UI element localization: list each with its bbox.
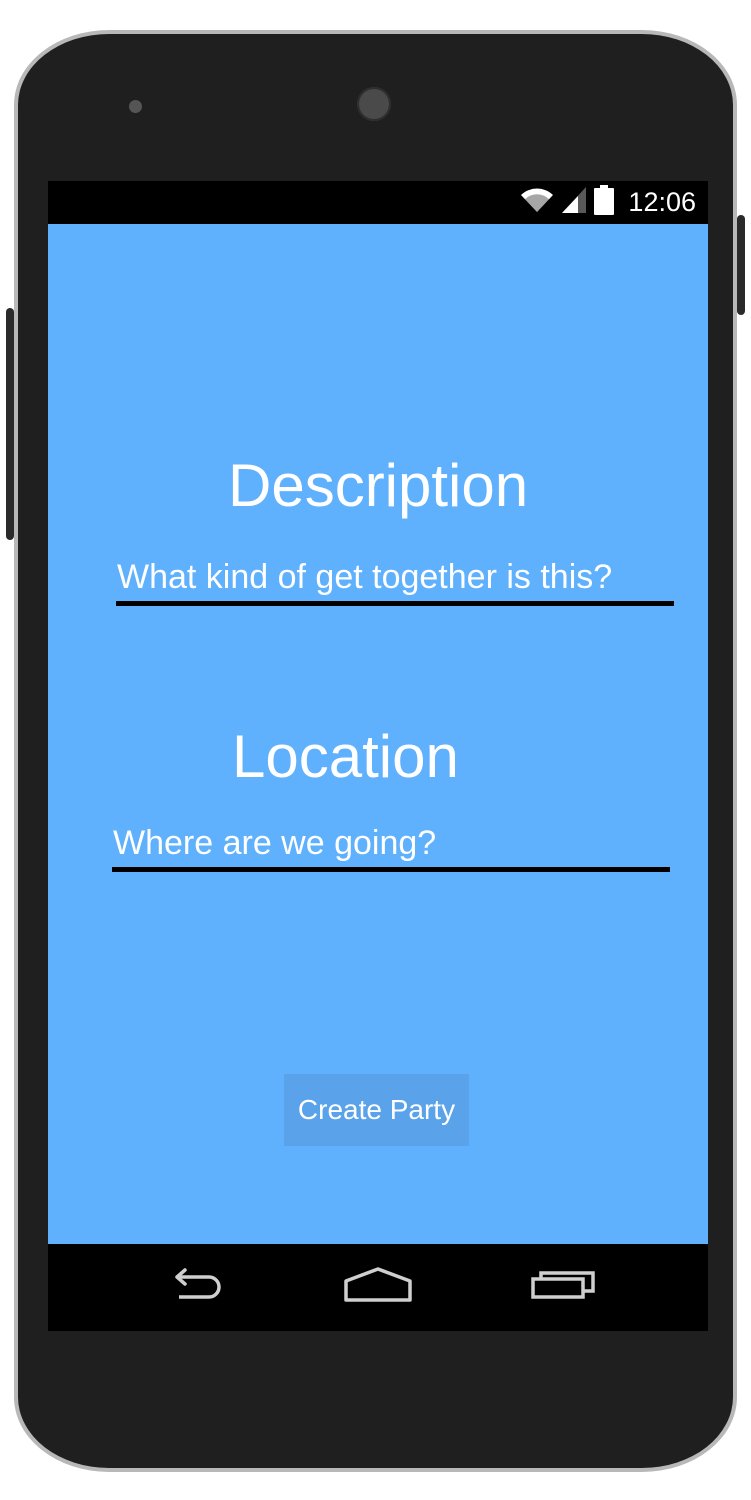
proximity-sensor bbox=[129, 100, 142, 113]
back-button[interactable] bbox=[135, 1244, 255, 1331]
cell-signal-icon bbox=[562, 187, 587, 218]
description-input[interactable] bbox=[116, 554, 675, 601]
recent-apps-button[interactable] bbox=[504, 1244, 624, 1331]
location-field-container bbox=[112, 820, 671, 872]
power-button bbox=[737, 215, 745, 315]
wifi-icon bbox=[520, 187, 554, 218]
navigation-bar bbox=[48, 1244, 708, 1331]
status-icons: 12:06 bbox=[520, 181, 696, 224]
back-icon bbox=[163, 1267, 227, 1308]
status-time: 12:06 bbox=[628, 187, 696, 217]
front-camera bbox=[357, 87, 391, 121]
create-party-button[interactable]: Create Party bbox=[284, 1074, 469, 1146]
description-heading: Description bbox=[228, 452, 529, 519]
recent-apps-icon bbox=[531, 1267, 597, 1308]
home-button[interactable] bbox=[318, 1244, 438, 1331]
description-field-container bbox=[116, 554, 675, 606]
battery-icon bbox=[594, 185, 615, 220]
volume-button bbox=[6, 308, 14, 540]
location-input[interactable] bbox=[112, 820, 671, 867]
home-icon bbox=[343, 1266, 413, 1309]
create-party-screen: Description Location Create Party bbox=[48, 224, 708, 1244]
status-bar: 12:06 bbox=[48, 181, 708, 224]
location-heading: Location bbox=[232, 723, 459, 790]
